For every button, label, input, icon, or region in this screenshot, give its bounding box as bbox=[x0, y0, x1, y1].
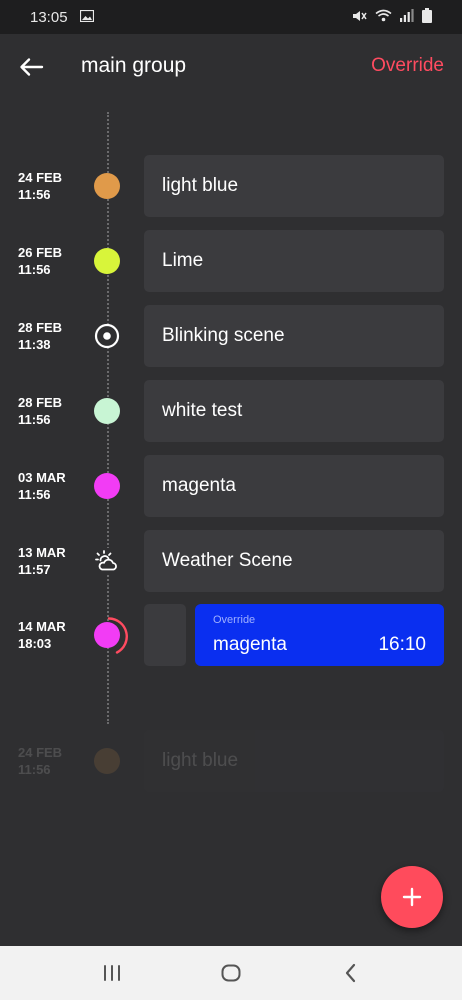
active-progress-ring bbox=[94, 617, 128, 654]
status-bar: 13:05 bbox=[0, 0, 462, 34]
entry-date: 28 FEB 11:56 bbox=[18, 395, 63, 427]
mute-icon bbox=[353, 10, 367, 21]
page-title: main group bbox=[81, 54, 187, 77]
scene-label: Lime bbox=[162, 250, 204, 271]
signal-icon bbox=[400, 9, 414, 22]
entry-date: 24 FEB 11:56 bbox=[18, 170, 63, 202]
back-nav-icon[interactable] bbox=[339, 961, 363, 985]
app-bar: main group Override bbox=[0, 34, 462, 100]
scene-label: light blue bbox=[162, 750, 239, 771]
entry-date: 03 MAR 11:56 bbox=[18, 470, 66, 502]
recent-apps-icon[interactable] bbox=[100, 961, 124, 985]
timeline-row[interactable]: 28 FEB 11:56 white test bbox=[0, 380, 462, 442]
scene-card[interactable]: Weather Scene bbox=[144, 530, 444, 592]
scene-label: Weather Scene bbox=[162, 550, 293, 571]
system-nav-bar bbox=[0, 946, 462, 1000]
timeline-row[interactable]: 03 MAR 11:56 magenta bbox=[0, 455, 462, 517]
scene-label: white test bbox=[162, 400, 243, 421]
entry-date: 24 FEB 11:56 bbox=[18, 745, 63, 777]
scene-label: light blue bbox=[162, 175, 239, 196]
entry-date: 13 MAR 11:57 bbox=[18, 545, 66, 577]
color-dot bbox=[94, 173, 120, 199]
entry-date: 28 FEB 11:38 bbox=[18, 320, 63, 352]
timeline-row[interactable]: 24 FEB 11:56 light blue bbox=[0, 155, 462, 217]
status-icons bbox=[352, 8, 432, 23]
image-icon bbox=[80, 10, 94, 22]
scene-card[interactable]: magenta bbox=[144, 455, 444, 517]
wifi-icon bbox=[375, 9, 392, 22]
entry-date: 26 FEB 11:56 bbox=[18, 245, 63, 277]
override-button[interactable]: Override bbox=[371, 55, 444, 77]
timeline-row[interactable]: 28 FEB 11:38 Blinking scene bbox=[0, 305, 462, 367]
battery-icon bbox=[422, 8, 432, 23]
placeholder-card[interactable] bbox=[144, 604, 186, 666]
scene-card[interactable]: light blue bbox=[144, 155, 444, 217]
scene-label: Blinking scene bbox=[162, 325, 285, 346]
timeline-row[interactable]: 26 FEB 11:56 Lime bbox=[0, 230, 462, 292]
color-dot bbox=[94, 473, 120, 499]
color-dot bbox=[94, 248, 120, 274]
weather-icon bbox=[94, 548, 120, 574]
card-kind-label: Override bbox=[213, 614, 256, 626]
scene-card: light blue bbox=[144, 730, 444, 792]
scene-card[interactable]: white test bbox=[144, 380, 444, 442]
upcoming-timeline-row: 24 FEB 11:56 light blue bbox=[0, 730, 462, 792]
add-button[interactable] bbox=[381, 866, 443, 928]
plus-icon bbox=[402, 887, 422, 907]
scene-card[interactable]: Blinking scene bbox=[144, 305, 444, 367]
scene-label: magenta bbox=[162, 475, 236, 496]
timeline-row[interactable]: 13 MAR 11:57 Weather Scene bbox=[0, 530, 462, 592]
arrow-left-icon[interactable] bbox=[18, 54, 44, 80]
scene-label: magenta bbox=[213, 634, 287, 655]
scene-time: 16:10 bbox=[378, 634, 426, 655]
active-override-card[interactable]: Override magenta 16:10 bbox=[195, 604, 444, 666]
color-dot bbox=[94, 398, 120, 424]
active-timeline-row[interactable]: 14 MAR 18:03 Override magenta 16:10 bbox=[0, 604, 462, 666]
home-icon[interactable] bbox=[219, 961, 243, 985]
blink-icon bbox=[94, 323, 120, 349]
entry-date: 14 MAR 18:03 bbox=[18, 619, 66, 651]
status-time: 13:05 bbox=[30, 9, 68, 26]
scene-card[interactable]: Lime bbox=[144, 230, 444, 292]
color-dot bbox=[94, 748, 120, 774]
